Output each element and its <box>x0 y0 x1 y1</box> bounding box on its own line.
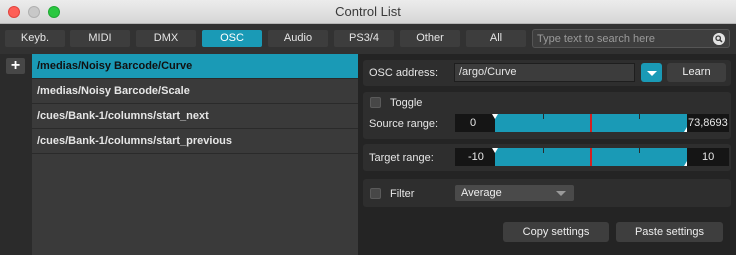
toggle-checkbox[interactable] <box>370 97 381 108</box>
target-range-slider[interactable] <box>492 148 690 166</box>
tab-midi[interactable]: MIDI <box>70 30 130 47</box>
slider-center-marker <box>590 148 592 166</box>
list-item[interactable]: /medias/Noisy Barcode/Curve <box>32 54 358 79</box>
list-item[interactable]: /medias/Noisy Barcode/Scale <box>32 79 358 104</box>
slider-tick <box>543 114 544 119</box>
tab-audio[interactable]: Audio <box>268 30 328 47</box>
filter-checkbox[interactable] <box>370 188 381 199</box>
tab-osc[interactable]: OSC <box>202 30 262 47</box>
osc-address-dropdown-button[interactable] <box>641 63 662 82</box>
chevron-down-icon <box>647 71 657 76</box>
window-title: Control List <box>335 4 401 19</box>
search-input[interactable] <box>537 32 707 45</box>
slider-tick <box>639 114 640 119</box>
learn-button[interactable]: Learn <box>667 63 726 82</box>
search-box <box>532 29 730 48</box>
search-icon[interactable] <box>713 33 725 45</box>
toggle-label: Toggle <box>390 97 423 109</box>
tab-dmx[interactable]: DMX <box>136 30 196 47</box>
target-range-label: Target range: <box>369 152 434 164</box>
range-min-handle[interactable] <box>492 148 498 153</box>
osc-address-label: OSC address: <box>369 67 439 79</box>
filter-mode-select[interactable]: Average <box>455 185 574 201</box>
list-item[interactable]: /cues/Bank-1/columns/start_previous <box>32 129 358 154</box>
osc-address-card: OSC address: /argo/Curve Learn <box>363 60 731 86</box>
copy-settings-button[interactable]: Copy settings <box>503 222 609 242</box>
source-card: Toggle Source range: 0 73,8693 <box>363 92 731 139</box>
filter-card: Filter Average <box>363 179 731 207</box>
slider-center-marker <box>590 114 592 132</box>
tab-other[interactable]: Other <box>400 30 460 47</box>
tab-bar: Keyb. MIDI DMX OSC Audio PS3/4 Other All <box>0 24 736 54</box>
list-item[interactable]: /cues/Bank-1/columns/start_next <box>32 104 358 129</box>
filter-label: Filter <box>390 188 415 200</box>
slider-tick <box>639 148 640 153</box>
target-card: Target range: -10 10 <box>363 144 731 171</box>
chevron-down-icon <box>556 191 566 196</box>
title-bar: Control List <box>0 0 736 24</box>
source-max-field[interactable]: 73,8693 <box>687 114 729 132</box>
source-range-label: Source range: <box>369 118 439 130</box>
paste-settings-button[interactable]: Paste settings <box>616 222 723 242</box>
tab-ps34[interactable]: PS3/4 <box>334 30 394 47</box>
tab-all[interactable]: All <box>466 30 526 47</box>
tab-keyb[interactable]: Keyb. <box>5 30 65 47</box>
target-max-field[interactable]: 10 <box>687 148 729 166</box>
settings-panel: OSC address: /argo/Curve Learn Toggle So… <box>358 54 736 255</box>
source-min-field[interactable]: 0 <box>455 114 495 132</box>
target-min-field[interactable]: -10 <box>455 148 495 166</box>
osc-address-field[interactable]: /argo/Curve <box>454 63 635 82</box>
slider-tick <box>543 148 544 153</box>
source-range-slider[interactable] <box>492 114 690 132</box>
add-control-button[interactable]: + <box>6 58 25 74</box>
filter-mode-value: Average <box>461 187 502 199</box>
control-list: /medias/Noisy Barcode/Curve /medias/Nois… <box>32 54 358 255</box>
range-min-handle[interactable] <box>492 114 498 119</box>
